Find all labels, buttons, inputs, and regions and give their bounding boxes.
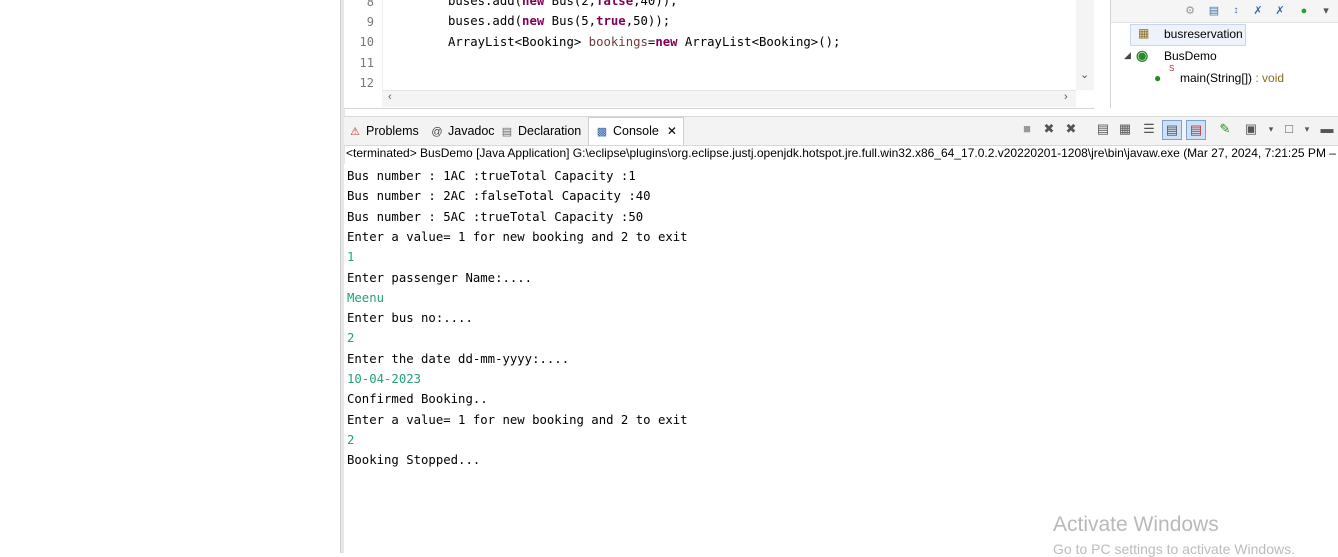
- outline-class[interactable]: BusDemo: [1164, 49, 1217, 63]
- tab-label: Declaration: [518, 124, 582, 138]
- outline-package[interactable]: busreservation: [1164, 27, 1243, 41]
- open-console-icon[interactable]: □: [1280, 120, 1298, 138]
- line-number: 12: [359, 76, 374, 90]
- tab-declaration[interactable]: ▤ Declaration: [500, 121, 581, 141]
- code-text: buses.add(: [448, 0, 523, 8]
- package-icon: ▦: [1138, 26, 1150, 40]
- code-text: Bus(2,: [544, 0, 597, 8]
- keyword: new: [522, 0, 545, 8]
- code-text: ArrayList<Booking>();: [677, 35, 841, 49]
- collapse-all-icon[interactable]: ⚙: [1183, 4, 1197, 18]
- editor-horizontal-scrollbar[interactable]: ‹ ›: [382, 90, 1076, 107]
- remove-launch-icon[interactable]: ✖: [1040, 120, 1058, 138]
- keyword: new: [655, 35, 678, 49]
- console-input-line: 2: [347, 331, 355, 346]
- show-stderr-icon[interactable]: ▤: [1186, 120, 1206, 140]
- declaration-icon: ▤: [501, 125, 513, 138]
- terminate-icon[interactable]: ■: [1018, 120, 1036, 138]
- expand-arrow-icon[interactable]: ◢: [1124, 50, 1131, 61]
- code-text: Bus(5,: [544, 14, 597, 28]
- line-number: 11: [359, 56, 374, 70]
- tab-label: Console: [613, 124, 659, 138]
- hide-nonpublic-icon[interactable]: ●: [1297, 4, 1311, 18]
- code-line-8[interactable]: buses.add(new Bus(2,false,40));: [448, 0, 678, 8]
- method-name: main(String[]): [1180, 71, 1253, 85]
- console-status-line: <terminated> BusDemo [Java Application] …: [346, 146, 1338, 160]
- console-icon: ▩: [596, 125, 608, 138]
- code-text: ArrayList<Booking>: [448, 35, 589, 49]
- console-output-line: Enter a value= 1 for new booking and 2 t…: [347, 412, 688, 427]
- scroll-right-icon[interactable]: ›: [1064, 91, 1068, 103]
- pin-console-icon[interactable]: ✎: [1216, 120, 1234, 138]
- console-output-line: Bus number : 2AC :falseTotal Capacity :4…: [347, 189, 651, 204]
- minimize-icon[interactable]: ▬: [1318, 120, 1336, 138]
- code-text: buses.add(: [448, 14, 523, 28]
- code-text: ,50));: [625, 14, 671, 28]
- display-console-icon[interactable]: ▣: [1242, 120, 1260, 138]
- console-input-line: 2: [347, 432, 355, 447]
- code-line-10[interactable]: ArrayList<Booking> bookings=new ArrayLis…: [448, 35, 840, 49]
- variable-name: bookings: [588, 35, 648, 49]
- console-output-line: Bus number : 5AC :trueTotal Capacity :50: [347, 209, 644, 224]
- javadoc-icon: @: [431, 125, 443, 138]
- sort-icon[interactable]: ↕: [1229, 4, 1243, 18]
- outline-toolbar: ⚙ ▤ ↕ ✗ ✗ ● ▾: [1111, 0, 1338, 23]
- scroll-left-icon[interactable]: ‹: [388, 91, 392, 103]
- line-number: 9: [366, 15, 374, 29]
- show-stdout-icon[interactable]: ▤: [1162, 120, 1182, 140]
- close-icon[interactable]: ✕: [667, 124, 677, 138]
- activate-windows-title: Activate Windows: [1053, 513, 1219, 536]
- method-icon: ●: [1154, 71, 1162, 85]
- hide-fields-icon[interactable]: ✗: [1251, 4, 1265, 18]
- console-output-line: Confirmed Booking..: [347, 392, 488, 407]
- keyword: true: [596, 14, 626, 28]
- view-menu-icon[interactable]: ▾: [1319, 4, 1333, 18]
- hide-static-icon[interactable]: ✗: [1273, 4, 1287, 18]
- scroll-down-icon[interactable]: ⌄: [1080, 68, 1089, 81]
- code-line-9[interactable]: buses.add(new Bus(5,true,50));: [448, 14, 670, 28]
- code-text: ,40));: [633, 0, 678, 8]
- tab-label: Problems: [366, 124, 419, 138]
- problems-icon: ⚠: [350, 125, 360, 138]
- keyword: new: [522, 14, 545, 28]
- console-output-line: Bus number : 1AC :trueTotal Capacity :1: [347, 169, 636, 183]
- word-wrap-icon[interactable]: ☰: [1140, 120, 1158, 138]
- console-output-line: Enter bus no:....: [347, 311, 473, 326]
- activate-windows-subtitle: Go to PC settings to activate Windows.: [1053, 541, 1295, 557]
- console-output-line: Enter passenger Name:....: [347, 270, 533, 285]
- class-icon: ◉: [1136, 47, 1149, 63]
- console-input-line: 10-04-2023: [347, 372, 422, 386]
- chevron-down-icon[interactable]: ▾: [1262, 120, 1280, 138]
- console-output-line: Enter the date dd-mm-yyyy:....: [347, 351, 570, 366]
- console-input-line: 1: [347, 250, 355, 265]
- remove-all-icon[interactable]: ✖: [1062, 120, 1080, 138]
- code-editor[interactable]: 8 9 10 11 12 buses.add(new Bus(2,false,4…: [344, 0, 1094, 109]
- console-output[interactable]: Bus number : 1AC :trueTotal Capacity :1 B…: [344, 164, 1338, 553]
- tab-console[interactable]: ▩ Console ✕: [588, 117, 684, 145]
- console-output-line: Booking Stopped...: [347, 453, 481, 468]
- line-number: 8: [366, 0, 374, 9]
- keyword: false: [596, 0, 634, 8]
- gutter-divider: [382, 0, 383, 90]
- console-output-line: Enter a value= 1 for new booking and 2 t…: [347, 229, 688, 244]
- link-editor-icon[interactable]: ▤: [1207, 4, 1221, 18]
- line-number-gutter: 8 9 10 11 12: [344, 0, 382, 90]
- tab-label: Javadoc: [448, 124, 495, 138]
- tab-javadoc[interactable]: @ Javadoc: [430, 121, 495, 141]
- editor-vertical-scrollbar[interactable]: ⌄: [1076, 0, 1094, 90]
- tab-problems[interactable]: ⚠ Problems: [348, 121, 419, 141]
- left-empty-area: [0, 0, 340, 553]
- clear-console-icon[interactable]: ▤: [1094, 120, 1112, 138]
- static-badge: S: [1169, 64, 1175, 73]
- method-return-type: : void: [1252, 71, 1285, 85]
- console-input-line: Meenu: [347, 290, 385, 305]
- outline-method[interactable]: main(String[]) : void: [1180, 71, 1284, 85]
- line-number: 10: [359, 35, 374, 49]
- scroll-lock-icon[interactable]: ▦: [1116, 120, 1134, 138]
- chevron-down-icon[interactable]: ▾: [1298, 120, 1316, 138]
